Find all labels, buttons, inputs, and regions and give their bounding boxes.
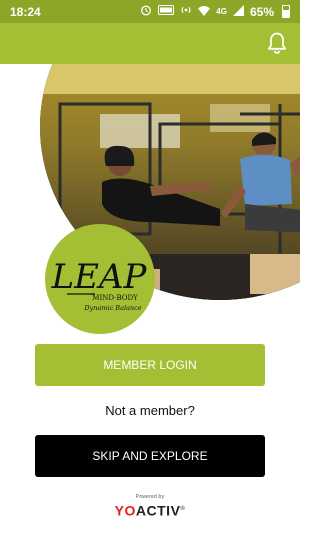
hotspot-icon <box>180 4 192 19</box>
bell-icon[interactable] <box>266 31 288 55</box>
brand-yo: YO <box>114 502 136 519</box>
logo-line2: Dynamic Balance <box>83 304 141 312</box>
status-icons: 4G 65% <box>140 4 290 19</box>
brand-mark: ® <box>180 506 186 512</box>
skip-and-explore-button[interactable]: SKIP AND EXPLORE <box>35 435 265 477</box>
network-label: 4G <box>216 7 227 16</box>
powered-by-footer: Powered by YOACTIV® <box>0 494 300 520</box>
leap-logo: LEAP MIND-BODY Dynamic Balance <box>45 224 155 334</box>
battery-icon <box>282 5 290 18</box>
alarm-icon <box>140 4 152 19</box>
app-bar <box>0 23 300 64</box>
logo-line1: MIND-BODY <box>92 294 138 302</box>
wifi-icon <box>198 5 211 19</box>
volte-icon <box>158 5 175 18</box>
member-login-button[interactable]: MEMBER LOGIN <box>35 344 265 386</box>
battery-percent: 65% <box>249 4 274 19</box>
logo-text: LEAP <box>51 257 148 297</box>
status-time: 18:24 <box>10 4 41 19</box>
yoactiv-logo: YOACTIV® <box>0 500 300 520</box>
status-bar: 18:24 4G 65% <box>0 0 300 23</box>
brand-activ: ACTIV <box>135 502 181 519</box>
not-member-link[interactable]: Not a member? <box>0 403 300 418</box>
signal-icon <box>232 4 244 19</box>
